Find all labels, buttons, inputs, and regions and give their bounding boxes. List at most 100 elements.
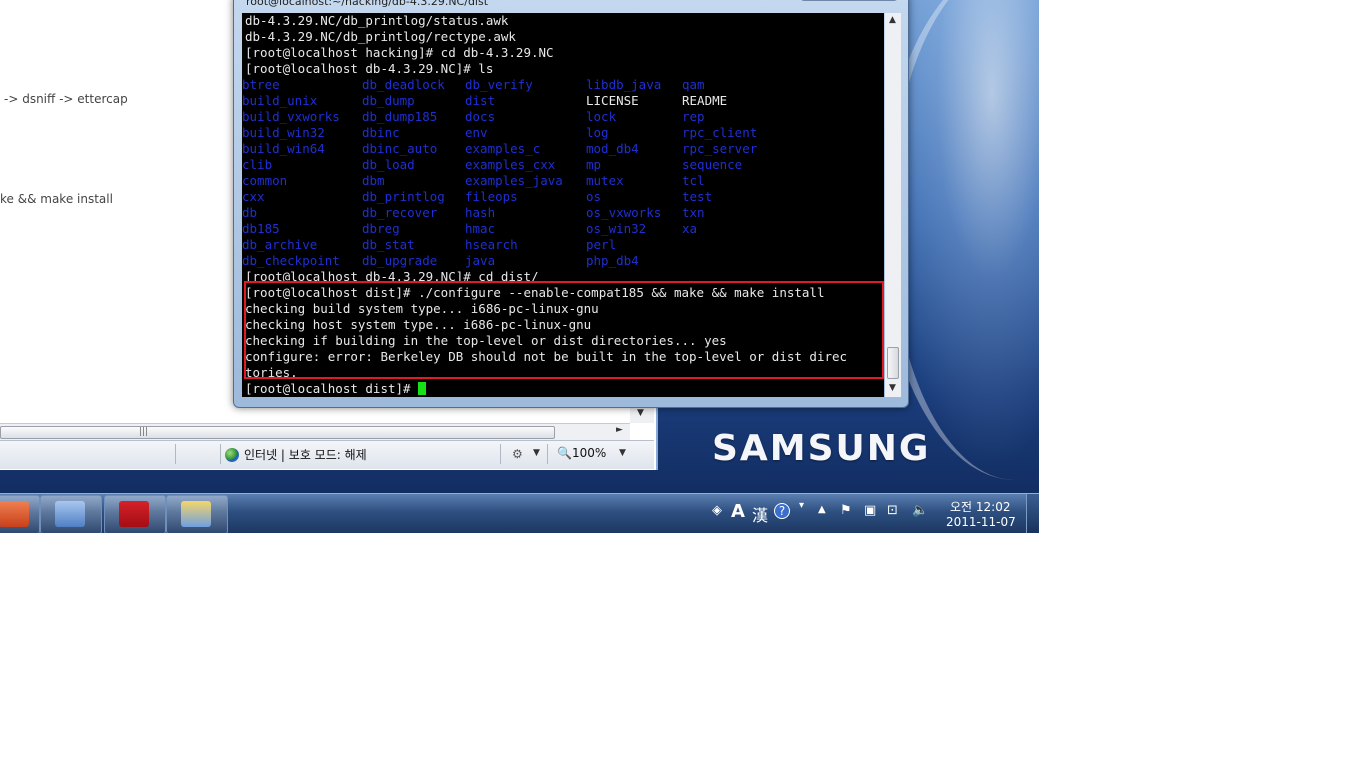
ls-entry-directory: build_unix [242,93,318,108]
ls-entry-directory: db_dump185 [362,109,438,124]
ls-row: btree db_deadlock db_verify libdb_java qam [242,77,884,93]
ls-entry-directory: xa [682,221,698,236]
terminal-window-title: root@localhost:~/hacking/db-4.3.29.NC/di… [246,0,489,8]
action-center-flag-icon[interactable]: ⚑ [840,503,852,518]
chevron-down-icon[interactable]: ▼ [619,448,626,458]
network-icon[interactable]: ⊡ [887,503,898,518]
taskbar: ◈ A 漢 ? ▾ ▲ ⚑ ▣ ⊡ 🔈 오전 12:02 2011-11-07 [0,493,1039,533]
ls-entry-file: LICENSE [586,93,639,108]
ls-row: build_unix db_dump dist LICENSE README [242,93,884,109]
ls-entry-directory: sequence [682,157,743,172]
powerpoint-icon [0,501,29,527]
ls-entry-directory: build_win64 [242,141,325,156]
status-divider [175,444,176,464]
ls-entry-directory: examples_c [465,141,541,156]
security-zone[interactable]: 인터넷 | 보호 모드: 해제 [225,446,367,463]
chevron-down-icon: ▼ [637,408,644,418]
clock-time[interactable]: 오전 12:02 [950,498,1010,515]
ls-entry-directory: db_deadlock [362,77,445,92]
clock-date[interactable]: 2011-11-07 [946,515,1016,529]
ls-entry-directory: common [242,173,288,188]
ls-row: build_vxworks db_dump185 docs lock rep [242,109,884,125]
browser-hscroll[interactable]: ||| ► [0,423,630,440]
ls-entry-directory: db_printlog [362,189,445,204]
taskbar-app-putty[interactable] [40,495,102,533]
security-zone-label: 인터넷 | 보호 모드: 해제 [244,448,367,462]
ls-entry-directory: db_stat [362,237,415,252]
globe-icon [225,448,239,462]
ls-row: db185 dbreg hmac os_win32 xa [242,221,884,237]
ls-entry-directory: examples_java [465,173,563,188]
show-desktop-button[interactable] [1026,494,1039,533]
ls-entry-directory: dist [465,93,496,108]
protected-mode-icon[interactable]: ⚙ [512,447,523,461]
ls-entry-directory: db_load [362,157,415,172]
ls-entry-directory: perl [586,237,617,252]
safely-remove-hardware-icon[interactable]: ▣ [864,503,876,518]
chevron-down-icon[interactable]: ▼ [889,383,896,393]
ls-entry-directory: tcl [682,173,705,188]
browser-status-bar: 인터넷 | 보호 모드: 해제 ⚙ ▼ 🔍100% ▼ [0,440,654,469]
terminal-line: db-4.3.29.NC/db_printlog/status.awk [245,13,509,28]
terminal-scrollbar[interactable]: ▲ ▼ [885,13,901,397]
ls-entry-directory: os [586,189,602,204]
ls-entry-directory: rpc_server [682,141,758,156]
ls-entry-directory: docs [465,109,496,124]
highlight-box [244,281,884,379]
ls-entry-directory: clib [242,157,273,172]
language-bar-icon[interactable]: ◈ [712,503,722,518]
taskbar-app-messenger[interactable] [166,495,228,533]
ls-entry-directory: php_db4 [586,253,639,268]
ime-mode-indicator[interactable]: A [731,501,745,522]
ls-entry-file: README [682,93,728,108]
ls-entry-directory: db185 [242,221,280,236]
ime-options-icon[interactable]: ▾ [799,500,804,511]
volume-icon[interactable]: 🔈 [912,503,928,518]
grip-icon: ||| [139,427,149,437]
chevron-right-icon[interactable]: ► [616,425,623,435]
ls-row: db_checkpoint db_upgrade java php_db4 [242,253,884,269]
ls-entry-directory: btree [242,77,280,92]
terminal-line: [root@localhost db-4.3.29.NC]# ls [245,61,494,76]
samsung-logo: SAMSUNG [712,428,931,469]
ls-entry-directory: hash [465,205,496,220]
ls-entry-directory: db_archive [242,237,318,252]
browser-hscroll-thumb[interactable]: ||| [0,426,555,439]
ls-entry-directory: examples_cxx [465,157,556,172]
ls-entry-directory: mod_db4 [586,141,639,156]
show-hidden-icons-icon[interactable]: ▲ [818,504,826,515]
terminal-line: [root@localhost hacking]# cd db-4.3.29.N… [245,45,554,60]
ls-entry-directory: mutex [586,173,624,188]
ls-entry-directory: db_upgrade [362,253,438,268]
taskbar-app-acrobat[interactable] [104,495,166,533]
ls-entry-directory: os_win32 [586,221,647,236]
ls-entry-directory: db_checkpoint [242,253,340,268]
ime-help-button[interactable]: ? [774,503,790,519]
terminal-line: db-4.3.29.NC/db_printlog/rectype.awk [245,29,516,44]
ls-row: common dbm examples_java mutex tcl [242,173,884,189]
ls-row: build_win32 dbinc env log rpc_client [242,125,884,141]
pdf-icon [119,501,149,527]
terminal-window[interactable]: root@localhost:~/hacking/db-4.3.29.NC/di… [233,0,909,408]
zoom-control[interactable]: 🔍100% [557,446,606,460]
ls-entry-directory: cxx [242,189,265,204]
taskbar-app-powerpoint[interactable] [0,495,40,533]
ls-entry-directory: build_vxworks [242,109,340,124]
terminal-prompt-line[interactable]: [root@localhost dist]# [245,381,427,397]
hanja-button[interactable]: 漢 [752,502,768,526]
ls-entry-directory: hsearch [465,237,518,252]
page-text-tools: -> dsniff -> ettercap [4,92,128,106]
ls-entry-directory: log [586,125,609,140]
desktop: SAMSUNG -> dsniff -> ettercap ke && make… [0,0,1039,533]
ls-row: cxx db_printlog fileops os test [242,189,884,205]
ls-entry-directory: db_recover [362,205,438,220]
chevron-up-icon[interactable]: ▲ [889,15,896,25]
ls-entry-directory: dbinc [362,125,400,140]
ls-entry-directory: rpc_client [682,125,758,140]
chevron-down-icon[interactable]: ▼ [533,448,540,458]
ls-entry-directory: java [465,253,496,268]
terminal-scrollbar-thumb[interactable] [887,347,899,379]
ls-entry-directory: libdb_java [586,77,662,92]
zoom-level: 100% [571,446,607,460]
window-control-buttons[interactable] [800,0,898,1]
